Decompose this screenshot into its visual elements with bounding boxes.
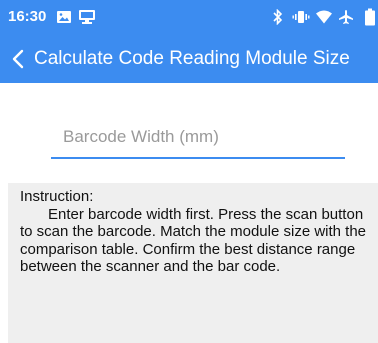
status-bar: 16:30: [0, 0, 378, 34]
instruction-heading: Instruction:: [20, 188, 94, 205]
input-underline: [51, 157, 345, 159]
image-icon: [56, 8, 72, 26]
airplane-icon: [338, 8, 354, 26]
instruction-body: Enter barcode width first. Press the sca…: [20, 205, 367, 276]
status-time: 16:30: [8, 8, 47, 25]
instruction-text: Instruction: Enter barcode width first. …: [20, 188, 370, 276]
battery-icon: [364, 8, 376, 26]
page-title: Calculate Code Reading Module Size: [34, 48, 350, 69]
vibrate-icon: [292, 8, 310, 26]
bluetooth-icon: [272, 8, 284, 26]
instruction-panel: Instruction: Enter barcode width first. …: [8, 183, 378, 343]
monitor-icon: [78, 8, 96, 26]
wifi-icon: [315, 8, 333, 26]
app-bar: Calculate Code Reading Module Size: [0, 34, 378, 83]
app-screen: 16:30 Calculate Code Reading Module Size…: [0, 0, 378, 343]
barcode-width-field: [51, 117, 345, 160]
barcode-width-input[interactable]: [51, 117, 345, 157]
back-button[interactable]: [6, 46, 30, 72]
chevron-left-icon: [11, 48, 25, 70]
